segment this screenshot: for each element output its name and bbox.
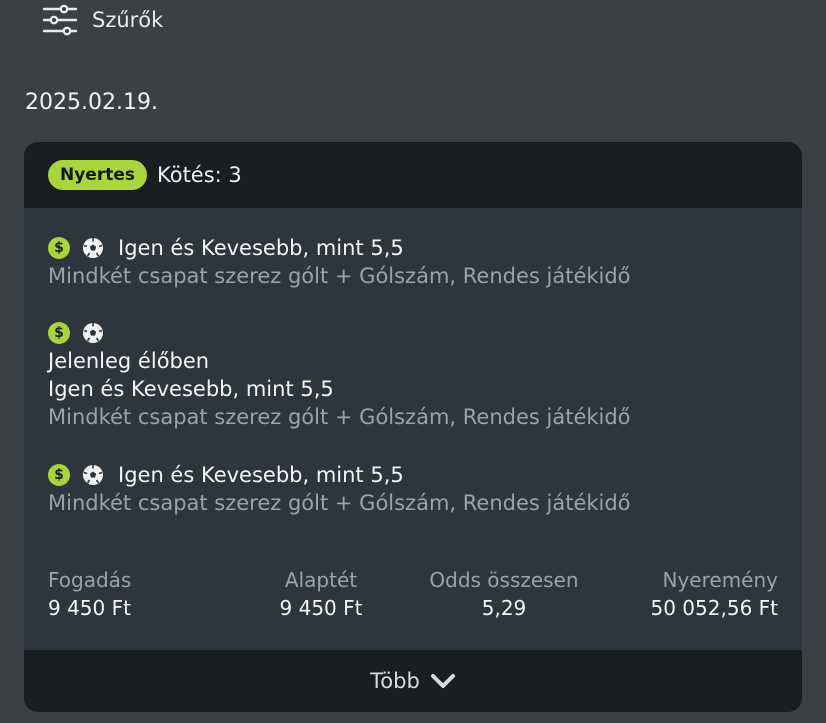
soccer-ball-icon <box>83 323 103 343</box>
leg-item: $ Jelenleg élőben Igen és Kevesebb, mint… <box>48 319 631 431</box>
dollar-icon: $ <box>48 237 70 259</box>
more-button[interactable]: Több <box>24 650 802 712</box>
leg-market: Mindkét csapat szerez gólt + Gólszám, Re… <box>48 264 631 288</box>
stake-value: 9 450 Ft <box>48 596 131 620</box>
leg-item: $ Igen és Kevesebb, mint 5,5 Mindkét csa… <box>48 234 631 290</box>
dollar-icon: $ <box>48 322 70 344</box>
payout-label: Nyeremény <box>662 568 779 592</box>
more-label: Több <box>370 669 420 693</box>
leg-selection: Igen és Kevesebb, mint 5,5 <box>118 463 404 487</box>
base-stake-label: Alaptét <box>284 568 358 592</box>
status-badge: Nyertes <box>48 160 147 190</box>
payout-summary: Nyeremény 50 052,56 Ft <box>651 568 779 620</box>
leg-market: Mindkét csapat szerez gólt + Gólszám, Re… <box>48 405 631 429</box>
stake-label: Fogadás <box>48 568 132 592</box>
bet-card: Nyertes Kötés: 3 $ Igen és Kevesebb, min… <box>24 142 802 712</box>
base-stake-value: 9 450 Ft <box>279 596 363 620</box>
filters-label: Szűrők <box>92 8 164 32</box>
total-odds-label: Odds összesen <box>429 568 579 592</box>
base-stake-summary: Alaptét 9 450 Ft <box>246 568 396 620</box>
dollar-icon: $ <box>48 464 70 486</box>
sliders-icon <box>42 4 78 36</box>
leg-selection: Igen és Kevesebb, mint 5,5 <box>48 377 334 401</box>
stake-summary: Fogadás 9 450 Ft <box>48 568 131 620</box>
live-status: Jelenleg élőben <box>48 349 210 373</box>
chevron-down-icon <box>430 674 455 688</box>
total-odds-summary: Odds összesen 5,29 <box>414 568 594 620</box>
total-odds-value: 5,29 <box>481 596 527 620</box>
leg-item: $ Igen és Kevesebb, mint 5,5 Mindkét csa… <box>48 461 631 517</box>
soccer-ball-icon <box>83 238 103 258</box>
soccer-ball-icon <box>83 465 103 485</box>
bet-card-header: Nyertes Kötés: 3 <box>24 142 802 208</box>
payout-value: 50 052,56 Ft <box>650 596 779 620</box>
bet-count: Kötés: 3 <box>157 163 242 187</box>
leg-market: Mindkét csapat szerez gólt + Gólszám, Re… <box>48 491 631 515</box>
leg-selection: Igen és Kevesebb, mint 5,5 <box>118 236 404 260</box>
filters-button[interactable]: Szűrők <box>42 4 163 36</box>
date-heading: 2025.02.19. <box>25 90 158 115</box>
